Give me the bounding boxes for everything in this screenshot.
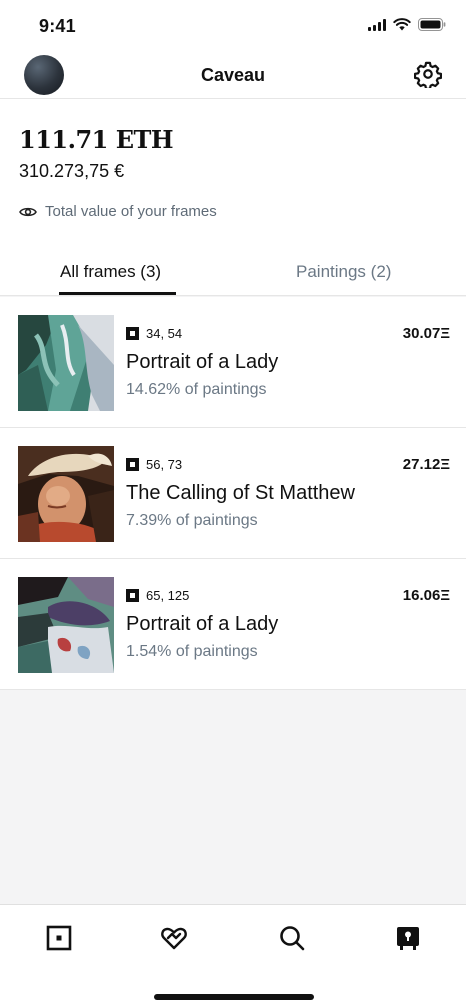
coordinates-text: 56, 73	[146, 457, 183, 472]
nav-search-button[interactable]	[277, 923, 307, 953]
bottom-nav	[0, 904, 466, 1006]
frame-price: 30.07Ξ	[402, 325, 450, 342]
wifi-icon	[393, 18, 411, 31]
balance-section: 111.71 ETH 310.273,75 € Total value of y…	[0, 99, 466, 296]
app-header: Caveau	[0, 52, 466, 99]
painting-title: The Calling of St Matthew	[126, 482, 355, 504]
painting-share: 1.54% of paintings	[126, 643, 258, 660]
frame-coordinates: 34, 54	[126, 326, 182, 341]
eye-icon	[19, 207, 37, 216]
painting-thumbnail	[18, 315, 114, 411]
frame-square-icon	[126, 589, 139, 602]
frame-price: 16.06Ξ	[402, 587, 450, 604]
nav-frames-button[interactable]	[44, 923, 74, 953]
eth-balance: 111.71 ETH	[19, 125, 174, 154]
total-value-row: Total value of your frames	[19, 203, 217, 220]
home-indicator	[154, 994, 314, 1000]
nav-vault-button[interactable]	[393, 923, 423, 953]
painting-thumbnail	[18, 446, 114, 542]
painting-share: 7.39% of paintings	[126, 512, 258, 529]
frames-list: 34, 54 Portrait of a Lady 14.62% of pain…	[0, 297, 466, 690]
gear-icon	[413, 61, 443, 90]
list-item[interactable]: 65, 125 Portrait of a Lady 1.54% of pain…	[0, 559, 466, 690]
list-item[interactable]: 56, 73 The Calling of St Matthew 7.39% o…	[0, 428, 466, 559]
settings-button[interactable]	[413, 60, 443, 90]
active-tab-indicator	[59, 292, 176, 295]
status-time: 9:41	[39, 16, 76, 36]
search-icon	[280, 926, 305, 951]
frames-tabs: All frames (3) Paintings (2)	[0, 254, 466, 296]
list-item[interactable]: 34, 54 Portrait of a Lady 14.62% of pain…	[0, 297, 466, 428]
frame-coordinates: 56, 73	[126, 457, 182, 472]
coordinates-text: 34, 54	[146, 326, 183, 341]
battery-icon	[418, 18, 446, 31]
nav-favorites-button[interactable]	[159, 923, 189, 953]
coordinates-text: 65, 125	[146, 588, 190, 603]
frame-icon	[46, 925, 72, 951]
status-bar: 9:41	[0, 0, 466, 52]
painting-title: Portrait of a Lady	[126, 613, 279, 635]
tab-all-frames[interactable]: All frames (3)	[60, 262, 161, 282]
app-screen: 9:41 Caveau 111.71 ETH 310.273,75 € Tota…	[0, 0, 466, 1006]
heart-icon	[161, 927, 187, 950]
page-title: Caveau	[200, 65, 266, 85]
tab-paintings[interactable]: Paintings (2)	[296, 262, 391, 282]
painting-share: 14.62% of paintings	[126, 381, 267, 398]
frame-price: 27.12Ξ	[402, 456, 450, 473]
status-icons	[368, 18, 446, 31]
frame-square-icon	[126, 458, 139, 471]
eur-balance: 310.273,75 €	[19, 161, 125, 181]
vault-icon	[397, 927, 419, 950]
painting-title: Portrait of a Lady	[126, 351, 279, 373]
frame-coordinates: 65, 125	[126, 588, 189, 603]
painting-thumbnail	[18, 577, 114, 673]
total-value-label: Total value of your frames	[45, 203, 217, 220]
signal-icon	[368, 18, 386, 31]
frame-square-icon	[126, 327, 139, 340]
